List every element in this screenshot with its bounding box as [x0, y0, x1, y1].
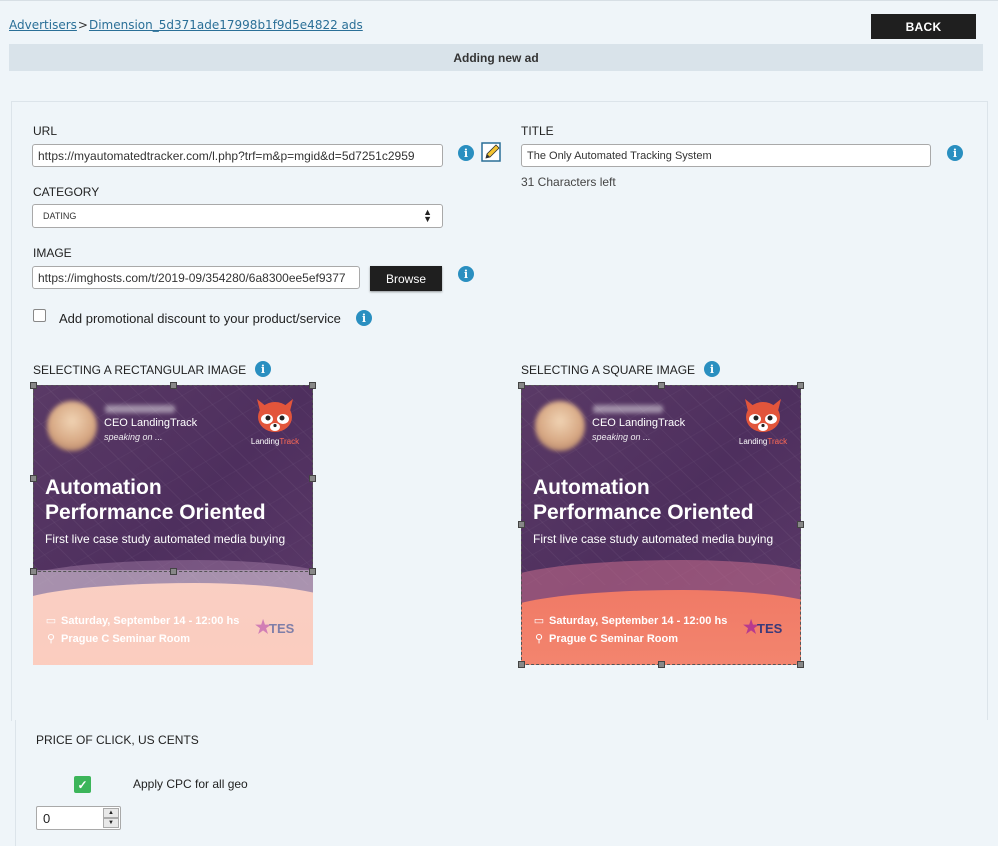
edit-pencil-icon[interactable]: [481, 142, 502, 163]
crop-handle[interactable]: [309, 475, 316, 482]
crop-handle[interactable]: [658, 661, 665, 668]
crop-handle[interactable]: [658, 382, 665, 389]
crop-handle[interactable]: [797, 521, 804, 528]
crop-handle[interactable]: [797, 661, 804, 668]
rect-image-title: SELECTING A RECTANGULAR IMAGE: [33, 363, 247, 377]
category-label: CATEGORY: [33, 185, 100, 199]
title-chars-left: 31 Characters left: [521, 175, 616, 189]
crop-handle[interactable]: [797, 382, 804, 389]
apply-cpc-label: Apply CPC for all geo: [133, 777, 248, 791]
crop-handle[interactable]: [309, 382, 316, 389]
breadcrumb-current-link[interactable]: Dimension_5d371ade17998b1f9d5e4822 ads: [89, 18, 363, 32]
crop-handle[interactable]: [30, 475, 37, 482]
square-image-info-icon[interactable]: i: [704, 361, 720, 377]
select-arrows-icon: ▲ ▼: [423, 207, 432, 224]
spinner-down-icon[interactable]: ▼: [103, 818, 119, 828]
promo-checkbox[interactable]: [33, 309, 46, 322]
url-label: URL: [33, 124, 58, 138]
crop-handle[interactable]: [518, 661, 525, 668]
crop-handle[interactable]: [518, 521, 525, 528]
square-crop-box[interactable]: [521, 385, 801, 665]
title-input[interactable]: The Only Automated Tracking System: [521, 144, 931, 167]
cpc-price-input[interactable]: 0 ▲ ▼: [36, 806, 121, 830]
url-info-icon[interactable]: i: [458, 145, 474, 161]
image-label: IMAGE: [33, 246, 72, 260]
rect-image-info-icon[interactable]: i: [255, 361, 271, 377]
crop-handle[interactable]: [30, 568, 37, 575]
rect-crop-box[interactable]: [33, 385, 313, 572]
promo-label: Add promotional discount to your product…: [59, 311, 341, 326]
title-info-icon[interactable]: i: [947, 145, 963, 161]
breadcrumb-advertisers-link[interactable]: Advertisers: [9, 18, 77, 32]
check-icon: ✓: [77, 777, 88, 792]
breadcrumb: Advertisers>Dimension_5d371ade17998b1f9d…: [9, 18, 363, 32]
square-image-title: SELECTING A SQUARE IMAGE: [521, 363, 696, 377]
spinner-up-icon[interactable]: ▲: [103, 808, 119, 818]
crop-handle[interactable]: [30, 382, 37, 389]
price-title: PRICE OF CLICK, US CENTS: [36, 733, 199, 747]
crop-handle[interactable]: [518, 382, 525, 389]
crop-handle[interactable]: [309, 568, 316, 575]
image-url-input[interactable]: https://imghosts.com/t/2019-09/354280/6a…: [32, 266, 360, 289]
url-input[interactable]: https://myautomatedtracker.com/l.php?trf…: [32, 144, 443, 167]
promo-info-icon[interactable]: i: [356, 310, 372, 326]
browse-button[interactable]: Browse: [370, 266, 442, 291]
category-select[interactable]: DATING ▲ ▼: [32, 204, 443, 228]
crop-dim-overlay: [33, 570, 313, 665]
image-info-icon[interactable]: i: [458, 266, 474, 282]
crop-handle[interactable]: [170, 382, 177, 389]
title-label: TITLE: [521, 124, 554, 138]
cpc-price-value: 0: [43, 810, 51, 826]
apply-cpc-checkbox[interactable]: ✓: [74, 776, 91, 793]
back-button[interactable]: BACK: [871, 14, 976, 39]
crop-handle[interactable]: [170, 568, 177, 575]
breadcrumb-separator: >: [77, 18, 88, 32]
category-selected-value: DATING: [43, 211, 77, 221]
top-divider: [0, 0, 998, 1]
number-spinner[interactable]: ▲ ▼: [103, 808, 119, 828]
page-title: Adding new ad: [9, 44, 983, 71]
